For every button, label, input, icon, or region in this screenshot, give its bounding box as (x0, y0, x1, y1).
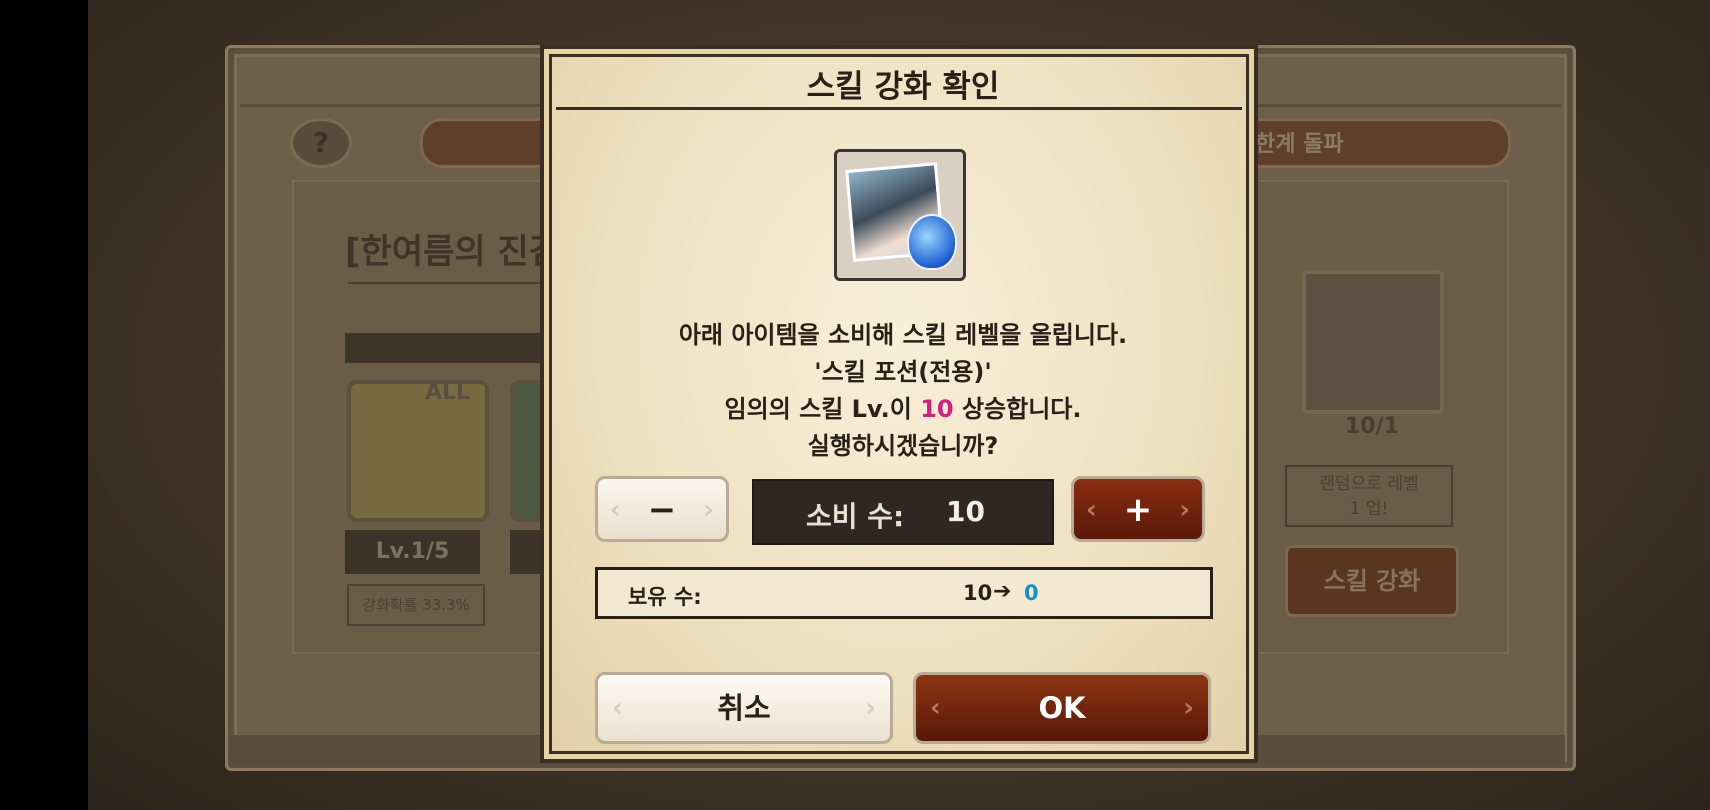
cost-label: 소비 수: (806, 500, 905, 533)
button-deco-left: ‹ (930, 693, 941, 723)
decrease-button[interactable]: ‹ − › (595, 476, 729, 542)
button-deco-right: › (1179, 495, 1190, 525)
owned-after: 0 (1024, 581, 1039, 605)
dialog-title: 스킬 강화 확인 (806, 69, 1000, 105)
ok-button[interactable]: ‹ OK › (913, 672, 1211, 744)
button-deco-left: ‹ (612, 693, 623, 723)
level-increase-value: 10 (920, 395, 954, 423)
cost-counter: 소비 수: 10 (752, 479, 1054, 545)
dialog-title-rule (556, 107, 1242, 110)
button-deco-left: ‹ (1086, 495, 1097, 525)
increase-button[interactable]: ‹ + › (1071, 476, 1205, 542)
random-level-note: 랜덤으로 레벨 1 업! (1285, 465, 1453, 527)
all-tag: ALL (425, 380, 471, 405)
dialog-message-item-name: '스킬 포션(전용)' (814, 358, 992, 386)
random-level-line2: 1 업! (1349, 499, 1389, 519)
screen-letterbox (0, 0, 88, 810)
dialog-message-line3: 임의의 스킬 Lv.이 10 상승합니다. (544, 389, 1262, 424)
button-deco-left: ‹ (610, 495, 621, 525)
owned-before: 10 (963, 581, 993, 605)
arrow-right-icon: ➔ (993, 579, 1012, 604)
ok-label: OK (1038, 691, 1086, 725)
upgrade-rate: 강화확률 33.3% (347, 584, 485, 626)
line3-suffix: 상승합니다. (953, 395, 1082, 423)
plus-icon: + (1123, 490, 1153, 530)
help-button[interactable]: ? (290, 118, 352, 168)
skill-upgrade-button[interactable]: 스킬 강화 (1285, 545, 1459, 617)
tab-limit-break[interactable]: 한계 돌파 (1255, 126, 1344, 158)
button-deco-right: › (1183, 693, 1194, 723)
owned-count: 10/1 (1345, 414, 1399, 439)
owned-label: 보유 수: (628, 585, 702, 609)
event-title-rule (348, 282, 568, 284)
dialog-message-line1: 아래 아이템을 소비해 스킬 레벨을 올립니다. (678, 321, 1128, 349)
potion-bottle-icon (907, 214, 957, 270)
line3-prefix: 임의의 스킬 Lv.이 (724, 395, 921, 423)
cost-value: 10 (946, 495, 985, 528)
button-deco-right: › (703, 495, 714, 525)
potion-item-thumbnail (1302, 270, 1444, 414)
minus-icon: − (647, 490, 677, 530)
skill-upgrade-confirm-dialog: 스킬 강화 확인 아래 아이템을 소비해 스킬 레벨을 올립니다. '스킬 포션… (540, 45, 1258, 763)
cancel-button[interactable]: ‹ 취소 › (595, 672, 893, 744)
cancel-label: 취소 (717, 691, 771, 725)
skill-potion-icon (834, 149, 966, 281)
random-level-line1: 랜덤으로 레벨 (1319, 474, 1419, 494)
owned-count-box: 보유 수: 10 ➔ 0 (595, 567, 1213, 619)
button-deco-right: › (865, 693, 876, 723)
skill-level: Lv.1/5 (345, 530, 480, 574)
dialog-message-confirm: 실행하시겠습니까? (807, 432, 999, 460)
event-title: [한여름의 진검 (345, 232, 561, 272)
